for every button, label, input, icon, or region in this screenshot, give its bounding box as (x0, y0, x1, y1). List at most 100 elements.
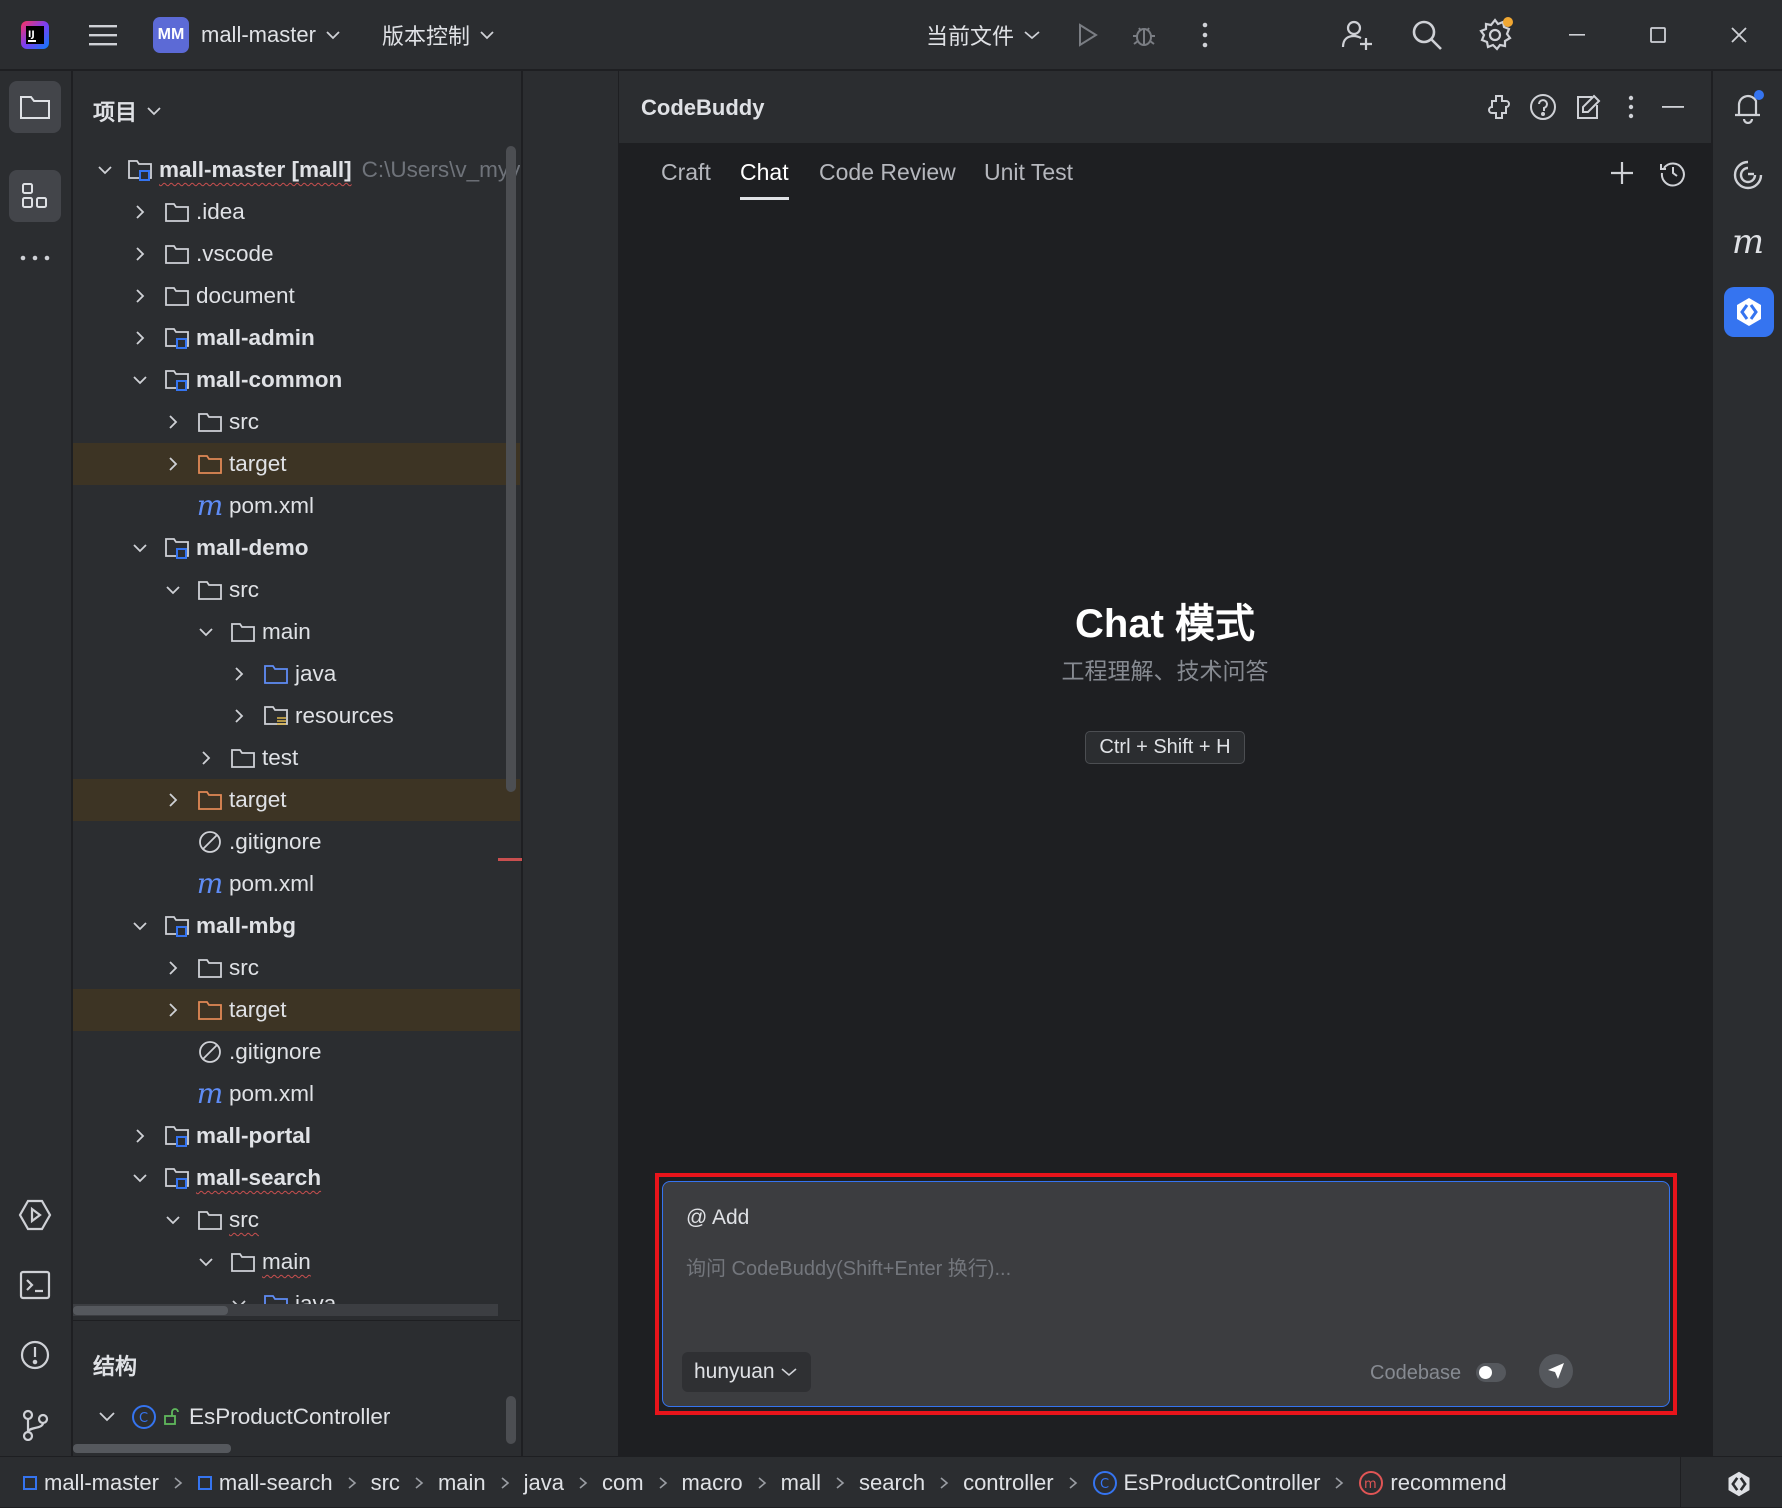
project-tool-icon[interactable] (9, 81, 61, 133)
tab-unit-test[interactable]: Unit Test (984, 159, 1073, 186)
chevron-down-icon[interactable] (130, 370, 150, 390)
chevron-right-icon[interactable] (163, 1000, 183, 1020)
tree-item[interactable]: mall-mbg (73, 905, 520, 947)
tree-item[interactable]: mall-search (73, 1157, 520, 1199)
more-tools-icon[interactable] (9, 243, 61, 273)
more-actions-icon[interactable] (1190, 18, 1220, 52)
minimize-window-icon[interactable] (1560, 18, 1594, 52)
git-branch-icon[interactable] (13, 1403, 57, 1447)
chevron-down-icon[interactable] (130, 538, 150, 558)
tree-item[interactable]: src (73, 401, 520, 443)
codebuddy-status-icon[interactable] (1722, 1467, 1756, 1501)
chevron-right-icon[interactable] (163, 412, 183, 432)
tree-item[interactable]: m pom.xml (73, 1073, 520, 1115)
project-view-selector[interactable]: 项目 (93, 95, 161, 127)
chevron-right-icon[interactable] (130, 244, 150, 264)
tree-item[interactable]: mall-admin (73, 317, 520, 359)
chevron-right-icon[interactable] (130, 286, 150, 306)
run-icon[interactable] (1070, 18, 1104, 52)
structure-horizontal-scrollbar[interactable] (73, 1444, 231, 1453)
panel-more-icon[interactable] (1619, 91, 1643, 123)
plugin-icon[interactable] (1483, 91, 1515, 123)
search-icon[interactable] (1408, 16, 1446, 54)
tab-craft[interactable]: Craft (661, 159, 711, 186)
tree-item[interactable]: target (73, 779, 520, 821)
main-menu-icon[interactable] (86, 18, 120, 52)
chevron-down-icon[interactable] (130, 1168, 150, 1188)
chat-input-placeholder[interactable]: 询问 CodeBuddy(Shift+Enter 换行)... (686, 1252, 1011, 1281)
tree-horizontal-scrollbar[interactable] (73, 1306, 228, 1315)
tree-item[interactable]: mall-demo (73, 527, 520, 569)
chevron-right-icon[interactable] (163, 454, 183, 474)
project-switcher[interactable]: MM mall-master (153, 15, 340, 55)
tree-item[interactable]: src (73, 1199, 520, 1241)
history-icon[interactable] (1656, 156, 1690, 190)
maximize-window-icon[interactable] (1641, 18, 1675, 52)
codebase-toggle[interactable] (1476, 1363, 1506, 1382)
breadcrumb-item[interactable]: search (859, 1470, 925, 1496)
debug-icon[interactable] (1127, 18, 1161, 52)
tree-item[interactable]: m pom.xml (73, 863, 520, 905)
breadcrumb-item[interactable]: mall-master (22, 1470, 159, 1496)
services-icon[interactable] (13, 1193, 57, 1237)
chevron-down-icon[interactable] (196, 1252, 216, 1272)
chevron-down-icon[interactable] (163, 1210, 183, 1230)
breadcrumb-item[interactable]: com (602, 1470, 644, 1496)
notifications-bell-icon[interactable] (1727, 85, 1769, 127)
tab-chat[interactable]: Chat (740, 159, 789, 186)
breadcrumb-item[interactable]: C EsProductController (1092, 1470, 1320, 1496)
tree-item[interactable]: test (73, 737, 520, 779)
breadcrumb-item[interactable]: src (371, 1470, 400, 1496)
breadcrumb-item[interactable]: java (524, 1470, 564, 1496)
tree-item[interactable]: java (73, 653, 520, 695)
ai-assistant-icon[interactable] (1727, 154, 1769, 196)
tree-item[interactable]: mall-portal (73, 1115, 520, 1157)
chevron-down-icon[interactable] (196, 622, 216, 642)
help-icon[interactable] (1527, 91, 1559, 123)
tree-item[interactable]: .idea (73, 191, 520, 233)
tree-item[interactable]: target (73, 443, 520, 485)
hide-panel-icon[interactable] (1657, 91, 1689, 123)
edit-document-icon[interactable] (1572, 91, 1604, 123)
chevron-right-icon[interactable] (196, 748, 216, 768)
vcs-menu[interactable]: 版本控制 (382, 15, 494, 55)
model-selector[interactable]: hunyuan (682, 1352, 811, 1392)
tree-item[interactable]: .gitignore (73, 821, 520, 863)
structure-item[interactable]: C EsProductController (97, 1404, 390, 1430)
breadcrumb-item[interactable]: mall (781, 1470, 821, 1496)
add-context-button[interactable]: @ Add (686, 1206, 749, 1230)
tree-item[interactable]: document (73, 275, 520, 317)
chevron-down-icon[interactable] (97, 160, 113, 180)
breadcrumb-item[interactable]: macro (682, 1470, 743, 1496)
chevron-down-icon[interactable] (163, 580, 183, 600)
breadcrumb-item[interactable]: mall-search (197, 1470, 333, 1496)
problems-icon[interactable] (13, 1333, 57, 1377)
tree-item[interactable]: main (73, 611, 520, 653)
tab-code-review[interactable]: Code Review (819, 159, 956, 186)
tree-item[interactable]: mall-common (73, 359, 520, 401)
settings-gear-icon[interactable] (1476, 14, 1516, 54)
run-config-selector[interactable]: 当前文件 (926, 15, 1040, 55)
chevron-right-icon[interactable] (163, 958, 183, 978)
chevron-right-icon[interactable] (130, 202, 150, 222)
structure-scrollbar[interactable] (506, 1396, 516, 1444)
tree-item[interactable]: src (73, 947, 520, 989)
chevron-right-icon[interactable] (163, 790, 183, 810)
close-window-icon[interactable] (1722, 18, 1756, 52)
new-chat-plus-icon[interactable] (1605, 156, 1639, 190)
chat-input-box[interactable]: @ Add 询问 CodeBuddy(Shift+Enter 换行)... hu… (662, 1181, 1670, 1407)
tree-item[interactable]: mall-master [mall] C:\Users\v_myy (73, 151, 520, 191)
send-icon[interactable] (1539, 1354, 1573, 1388)
intellij-logo-icon[interactable]: IJ (18, 18, 52, 52)
tree-item[interactable]: m pom.xml (73, 485, 520, 527)
terminal-icon[interactable] (13, 1263, 57, 1307)
tree-item[interactable]: resources (73, 695, 520, 737)
maven-tool-icon[interactable]: m (1727, 221, 1769, 263)
tree-item[interactable]: .gitignore (73, 1031, 520, 1073)
tree-item[interactable]: .vscode (73, 233, 520, 275)
tree-vertical-scrollbar[interactable] (506, 146, 516, 792)
breadcrumb-item[interactable]: main (438, 1470, 486, 1496)
chevron-right-icon[interactable] (130, 328, 150, 348)
codebuddy-tool-icon[interactable] (1724, 287, 1774, 337)
tree-item[interactable]: main (73, 1241, 520, 1283)
